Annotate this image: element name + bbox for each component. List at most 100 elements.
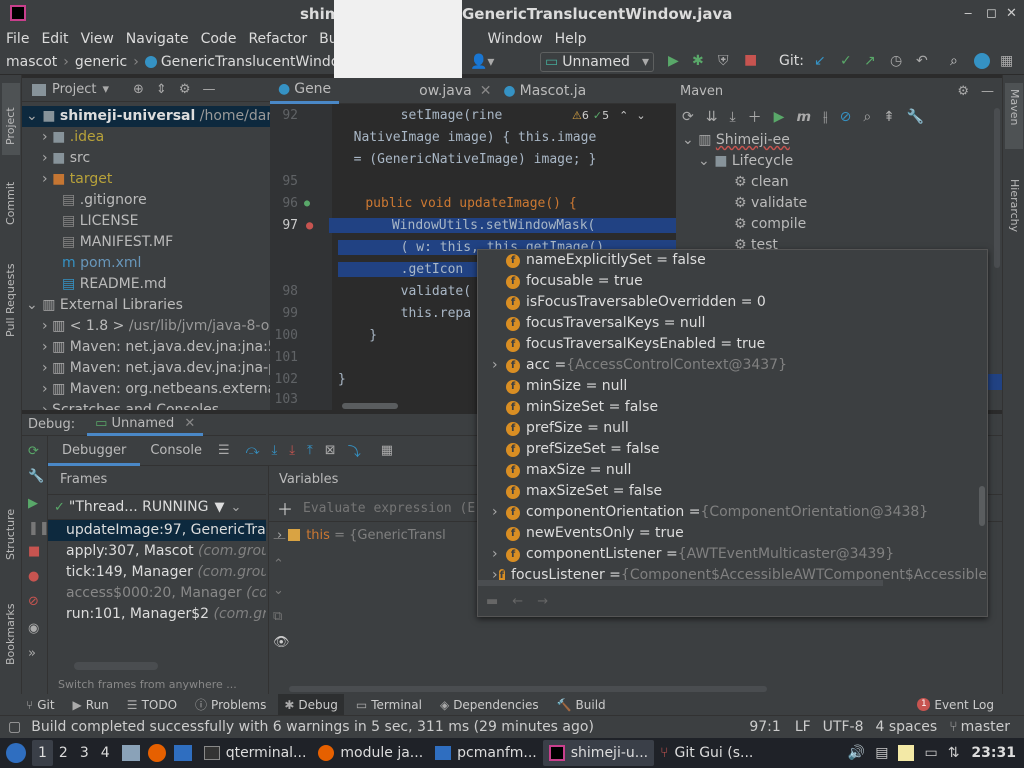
coverage-icon[interactable]: ⛨ [718,53,729,69]
file-manager-launcher-icon[interactable] [121,745,140,761]
desktop-1[interactable]: 1 [32,740,53,766]
inspect-field-row[interactable]: f minSize = null [506,376,987,397]
inspect-field-row[interactable]: f maxSizeSet = false [506,481,987,502]
tree-item-gitignore[interactable]: ▤ .gitignore [22,190,270,211]
run-config-dropdown[interactable]: ▭ Unnamed ▾ [540,52,654,72]
task-pcmanfm[interactable]: pcmanfm... [429,740,543,766]
tab-debugger[interactable]: Debugger [48,436,141,466]
debug-config-tab[interactable]: ▭ Unnamed ✕ [87,414,204,436]
chevron-right-icon[interactable]: › [492,355,506,376]
maven-goal-clean[interactable]: ⚙ clean [676,172,1002,193]
evaluate-expression-input[interactable] [303,500,484,516]
popup-h-scrollbar[interactable] [478,580,883,586]
debug-icon[interactable]: ✱ [692,53,704,69]
menu-help[interactable]: Help [555,31,587,47]
task-qterminal[interactable]: qterminal... [198,740,313,766]
stop-icon[interactable]: ■ [28,544,47,559]
filter-icon[interactable]: ▼ [214,500,224,515]
user-icon[interactable]: 👤▾ [470,54,494,70]
toolwindow-problems[interactable]: ⓘ Problems [195,696,266,713]
collapse-icon[interactable]: ⇕ [156,82,167,97]
firefox-launcher-icon[interactable] [147,744,166,762]
tab-window[interactable]: ow.java [419,83,472,99]
inspect-field-row[interactable]: › f componentListener = {AWTEventMulticast… [492,544,987,565]
menu-window[interactable]: Window [487,31,542,47]
tree-item-src[interactable]: › ■ src [22,148,270,169]
start-menu-icon[interactable] [6,743,26,763]
window-launcher-icon[interactable] [173,745,192,761]
maximize-icon[interactable]: ◻ [986,6,997,21]
tool-structure[interactable]: Structure [4,509,17,560]
frames-scrollbar[interactable] [74,662,158,670]
menu-refactor[interactable]: Refactor [248,31,307,47]
copy-icon[interactable]: ⧉ [273,604,293,630]
maven-goal-validate[interactable]: ⚙ validate [676,193,1002,214]
download-icon[interactable]: ⤓ [729,109,735,125]
tree-item-lib2[interactable]: › ▥ Maven: net.java.dev.jna:jna-p [22,358,270,379]
menu-file[interactable]: File [6,31,29,47]
volume-icon[interactable]: 🔊 [848,745,865,761]
tab-mascot[interactable]: ● Mascot.ja [503,83,586,99]
chevron-down-icon[interactable]: ⌄ [230,500,241,515]
skip-tests-icon[interactable]: ⊘ [840,109,852,125]
inspect-field-row[interactable]: › f acc = {AccessControlContext@3437} [492,355,987,376]
tree-item-pom[interactable]: m pom.xml [22,253,270,274]
chevron-right-icon[interactable]: › [492,544,506,565]
breadcrumb-generic[interactable]: generic [75,54,127,70]
line-separator[interactable]: LF [795,719,811,735]
tool-commit[interactable]: Commit [4,182,17,225]
remove-icon[interactable]: — [273,526,293,552]
menu-code[interactable]: Code [201,31,237,47]
editor-h-scrollbar[interactable] [342,403,398,409]
close-icon[interactable]: ✕ [480,83,492,99]
task-git-gui[interactable]: ⑂ Git Gui (s... [654,740,759,766]
stop-icon[interactable]: ■ [744,52,757,68]
inspect-field-row[interactable]: f maxSize = null [506,460,987,481]
locate-icon[interactable]: ⊕ [133,82,144,97]
inspect-field-row[interactable]: › f componentOrientation = {ComponentOrien… [492,502,987,523]
inspect-field-row[interactable]: f minSizeSet = false [506,397,987,418]
frame-item[interactable]: run:101, Manager$2 (com.grou [48,604,266,625]
run-icon[interactable]: ▶ [668,53,679,69]
run-to-cursor-icon[interactable]: ⤵ [348,441,361,460]
menu-view[interactable]: View [81,31,114,47]
add-icon[interactable]: ＋ [277,496,293,520]
variables-h-scrollbar[interactable] [289,686,767,692]
step-out-icon[interactable]: ⤒ [307,443,313,458]
status-message[interactable]: Build completed successfully with 6 warn… [31,719,594,735]
caret-position[interactable]: 97:1 [749,719,780,735]
force-step-into-icon[interactable]: ⤓ [289,443,295,458]
add-icon[interactable]: ＋ [748,107,762,127]
minimize-icon[interactable]: ‒ [964,6,972,21]
close-icon[interactable]: ✕ [1006,6,1017,21]
history-icon[interactable]: ◷ [890,53,902,69]
gear-icon[interactable]: ⚙ [957,84,969,99]
toolwindow-terminal[interactable]: ▭ Terminal [356,698,422,712]
inspect-field-row[interactable]: f prefSize = null [506,418,987,439]
indent-setting[interactable]: 4 spaces [875,719,937,735]
desktop-2[interactable]: 2 [53,740,74,766]
git-push-icon[interactable]: ↗ [864,53,876,69]
search-icon[interactable]: ⌕ [863,109,871,125]
tool-project[interactable]: Project [4,107,17,145]
maven-goal-icon[interactable]: 𝙢 [796,109,811,125]
tab-console[interactable]: Console [140,443,212,458]
breadcrumb-mascot[interactable]: mascot [6,54,57,70]
pin-icon[interactable]: ▬ [486,594,498,609]
toolwindow-git[interactable]: ⑂ Git [26,698,55,712]
inspect-field-row[interactable]: f focusTraversalKeys = null [506,313,987,334]
tree-item-scratches[interactable]: › Scratches and Consoles [22,400,270,410]
more-icon[interactable]: » [28,646,47,661]
back-icon[interactable]: ← [512,594,523,609]
breakpoint-icon[interactable]: ● [306,218,313,232]
reimport-icon[interactable]: ⇊ [706,109,718,125]
clipboard-icon[interactable]: ▤ [875,745,888,761]
inspect-field-row[interactable]: f nameExplicitlySet = false [506,250,987,271]
run-icon[interactable]: ▶ [774,109,785,125]
camera-icon[interactable]: ◉ [28,621,47,636]
refresh-icon[interactable]: ⟳ [682,109,694,125]
git-commit-icon[interactable]: ✓ [840,53,852,69]
task-firefox[interactable]: module ja... [312,740,429,766]
gear-icon[interactable]: ⚙ [179,82,191,97]
layout-icon[interactable]: ☰ [218,443,230,458]
